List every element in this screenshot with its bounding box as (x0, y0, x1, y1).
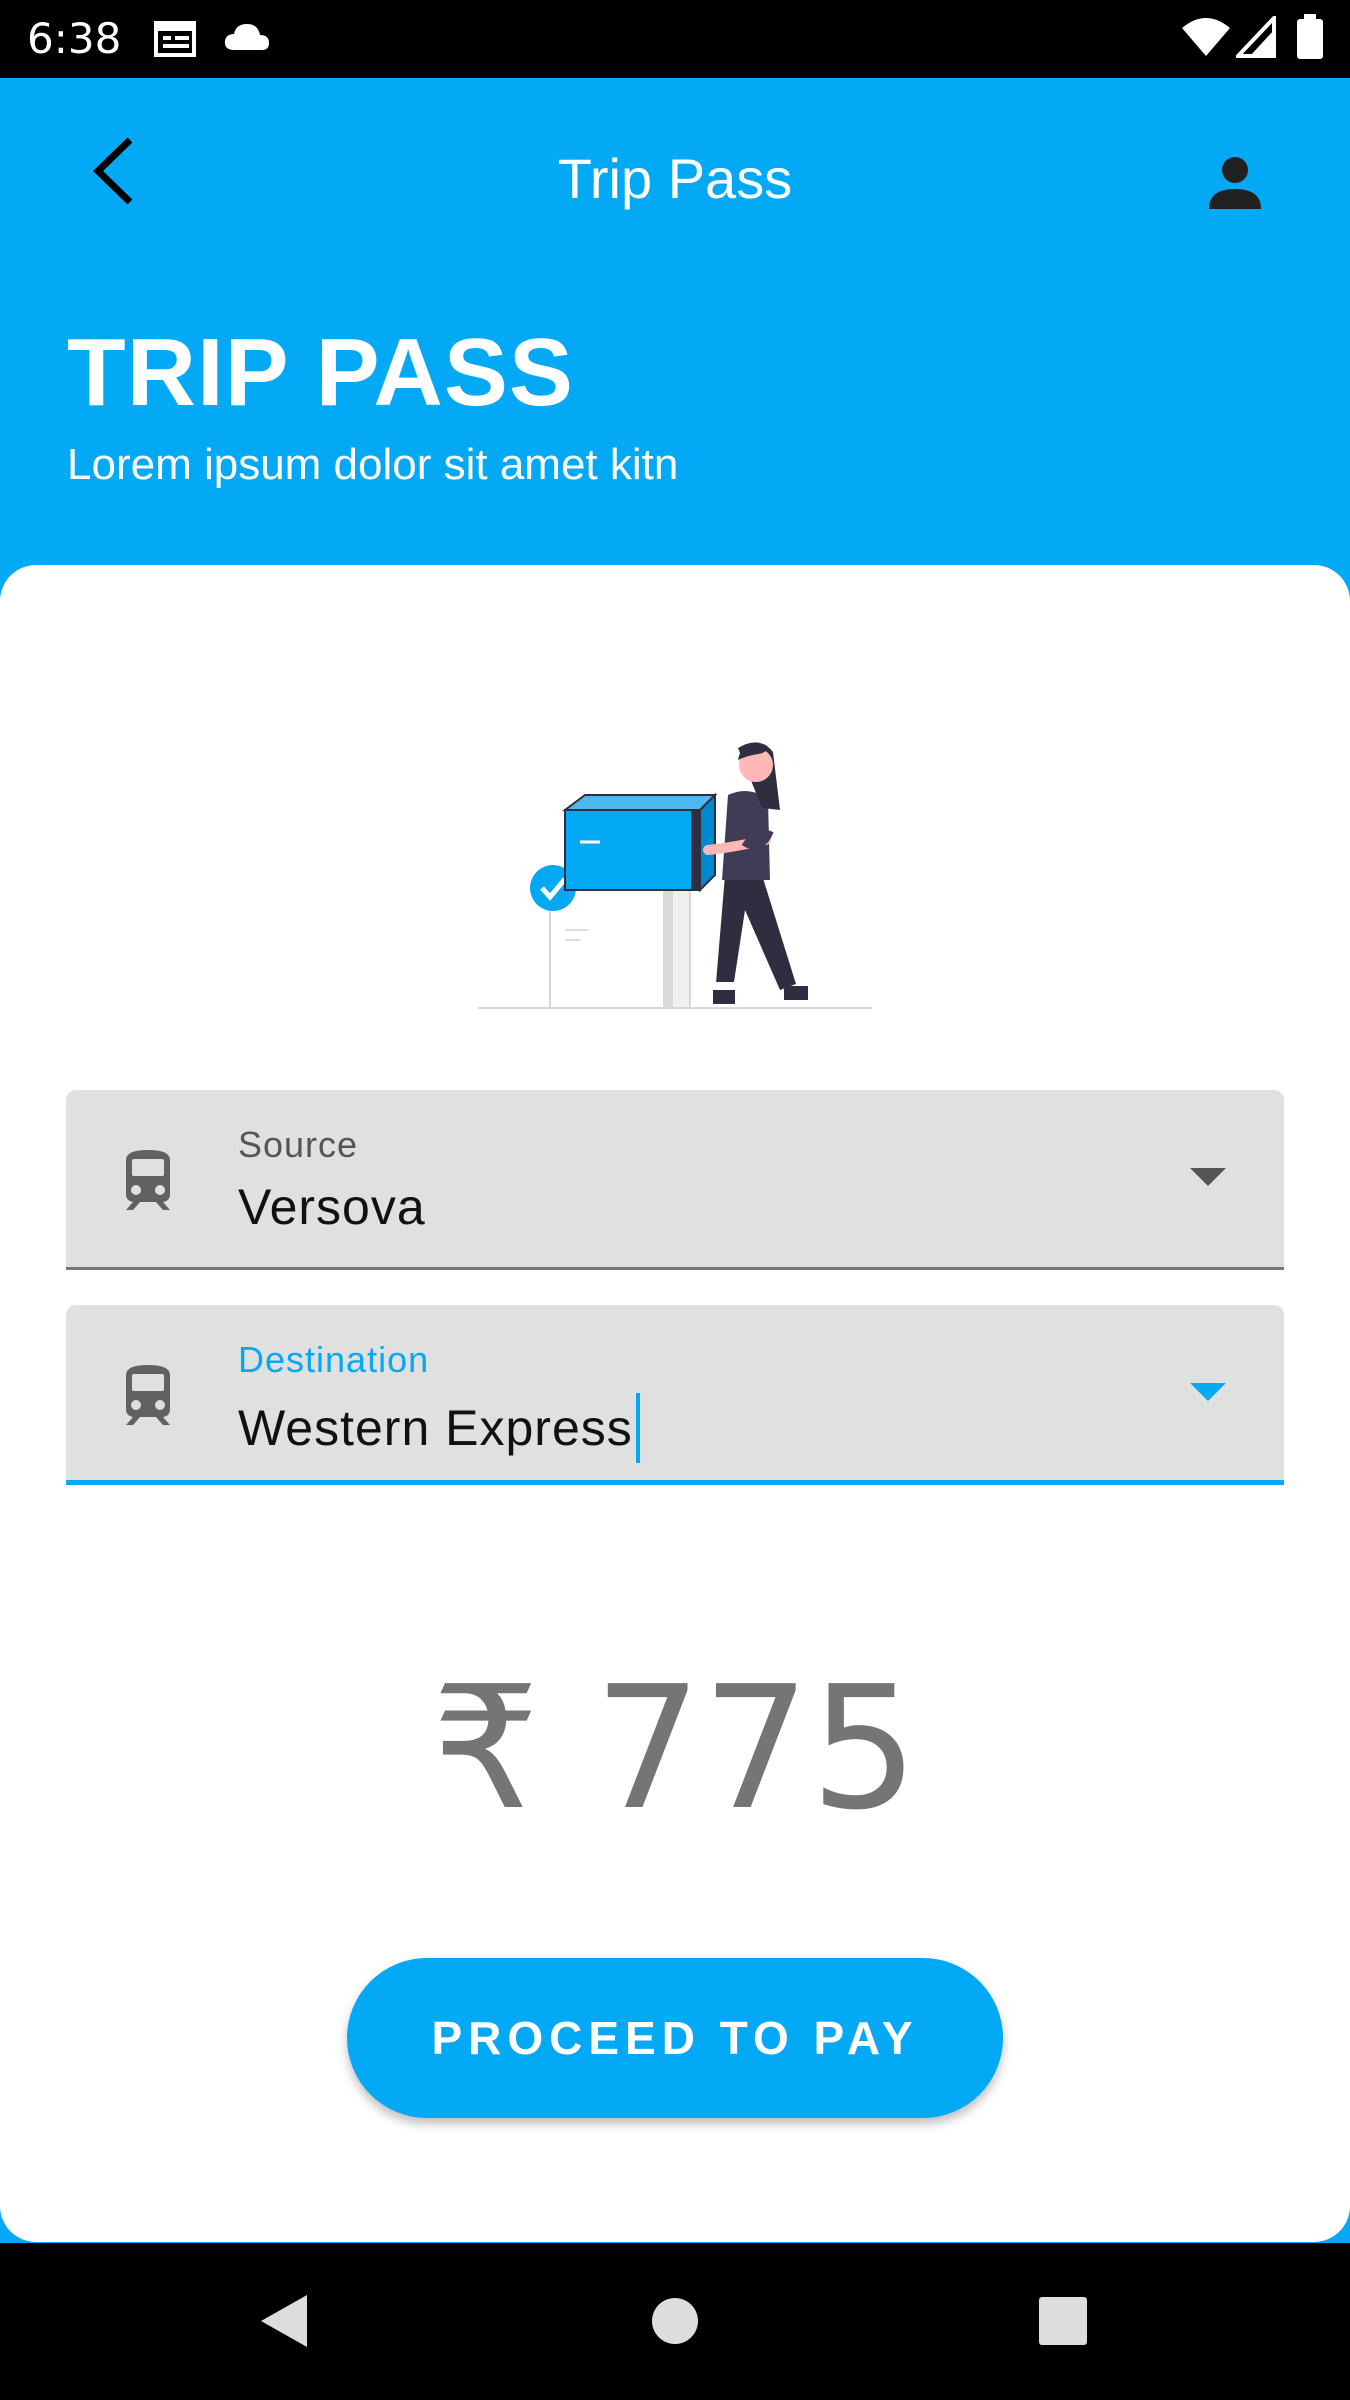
system-nav-bar (0, 2243, 1350, 2400)
nav-home-icon (650, 2296, 700, 2351)
hero-subtitle: Lorem ipsum dolor sit amet kitn (67, 440, 679, 489)
delivery-illustration (470, 690, 880, 1020)
source-dropdown[interactable]: Source Versova (66, 1090, 1284, 1270)
calendar-icon (153, 18, 197, 63)
train-icon (116, 1363, 180, 1427)
source-label: Source (238, 1124, 359, 1165)
nav-recents-icon (1038, 2296, 1088, 2351)
battery-icon (1296, 14, 1324, 65)
destination-value-wrap[interactable]: Western Express (238, 1393, 640, 1463)
app-title: Trip Pass (557, 147, 793, 210)
destination-label: Destination (238, 1339, 430, 1380)
cloud-icon (222, 22, 272, 57)
person-icon (1207, 155, 1263, 216)
text-cursor (635, 1393, 640, 1463)
hero-title: TRIP PASS (67, 319, 574, 426)
nav-home-button[interactable] (625, 2273, 725, 2373)
proceed-to-pay-button[interactable]: PROCEED TO PAY (347, 1958, 1003, 2118)
wifi-icon (1180, 16, 1232, 63)
destination-value: Western Express (238, 1400, 633, 1456)
nav-back-button[interactable] (233, 2273, 333, 2373)
status-time: 6:38 (27, 14, 122, 63)
dropdown-arrow-icon[interactable] (1186, 1162, 1230, 1192)
train-icon (116, 1148, 180, 1212)
status-bar: 6:38 (0, 0, 1350, 78)
nav-recents-button[interactable] (1013, 2273, 1113, 2373)
dropdown-arrow-icon[interactable] (1186, 1377, 1230, 1407)
destination-dropdown[interactable]: Destination Western Express (66, 1305, 1284, 1485)
trip-card: Source Versova Destination Western Expre… (0, 565, 1350, 2242)
signal-icon (1233, 12, 1276, 63)
profile-button[interactable] (1190, 140, 1280, 230)
fare-amount: ₹ 775 (431, 1650, 919, 1848)
nav-back-icon (257, 2293, 309, 2354)
source-value: Versova (238, 1179, 426, 1235)
